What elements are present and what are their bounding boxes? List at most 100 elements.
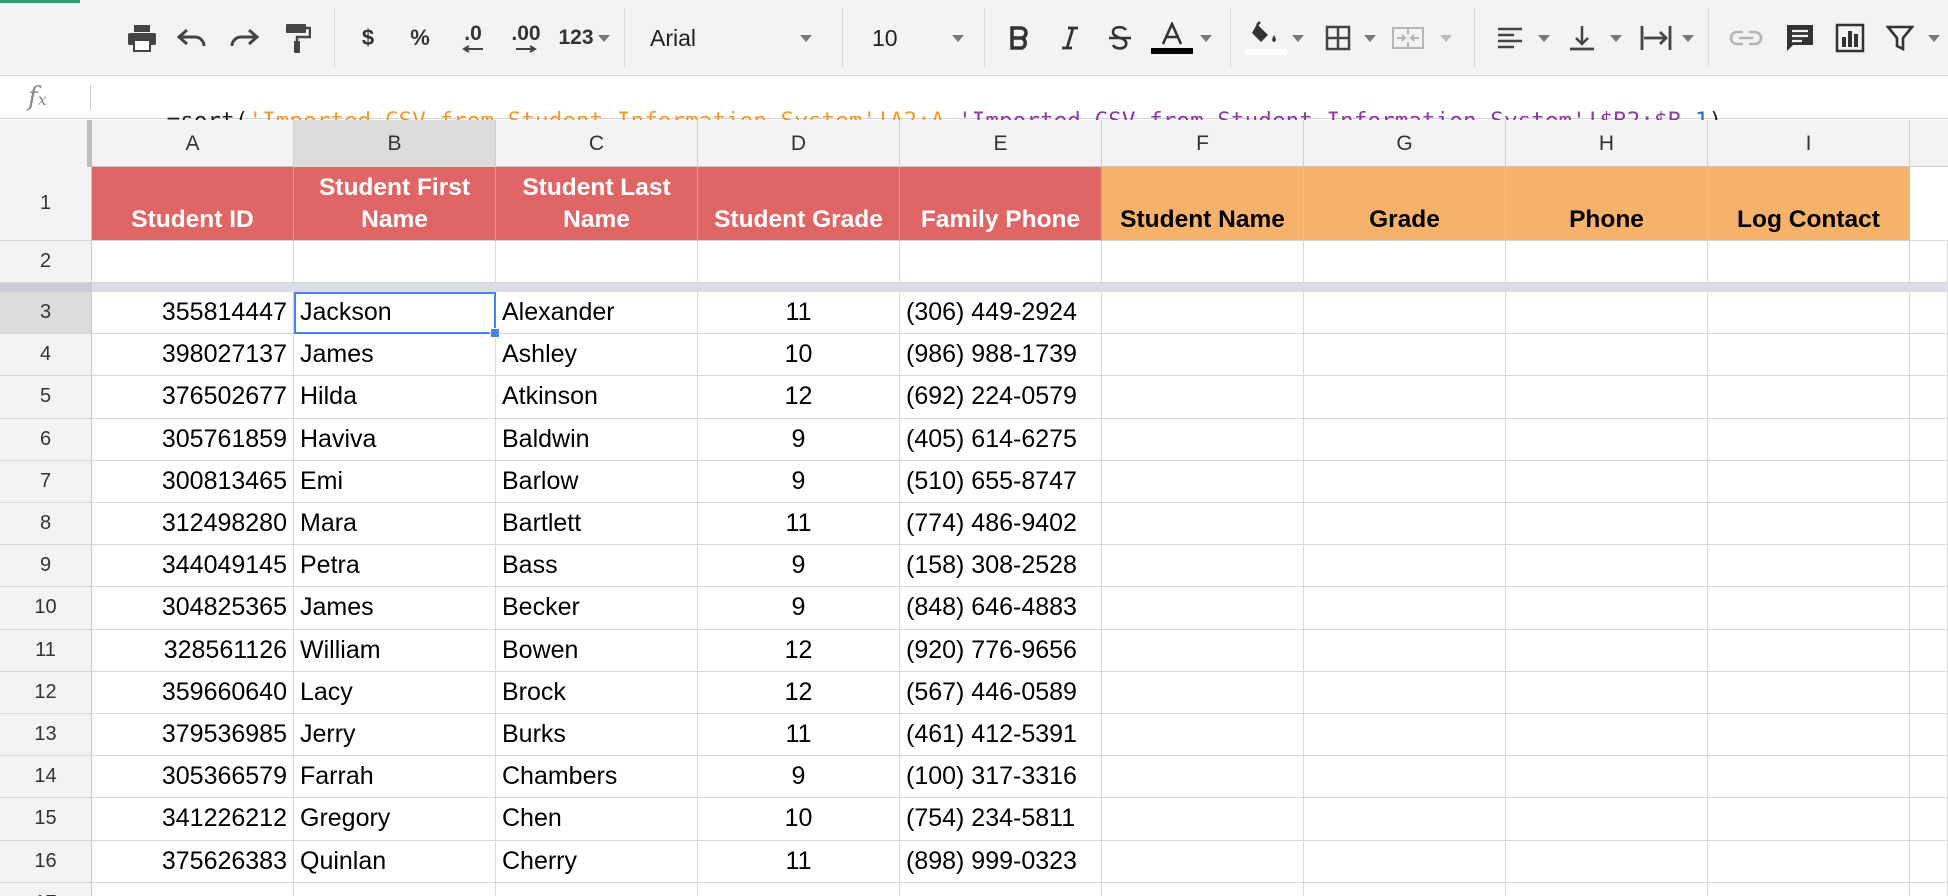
cell[interactable] — [1910, 167, 1948, 241]
cell[interactable] — [1708, 418, 1910, 461]
cell[interactable] — [1910, 756, 1948, 799]
cell-last[interactable]: Baldwin — [496, 418, 698, 461]
cell-last[interactable]: Bass — [496, 545, 698, 588]
cell[interactable] — [1304, 629, 1506, 672]
cell-last[interactable]: Bowen — [496, 629, 698, 672]
cell[interactable] — [1102, 671, 1304, 714]
cell[interactable] — [1102, 334, 1304, 377]
italic-icon[interactable] — [1052, 18, 1088, 58]
horizontal-align-icon[interactable] — [1490, 18, 1530, 58]
merge-cells-icon[interactable] — [1386, 18, 1430, 58]
cell-grade[interactable]: 11 — [698, 840, 900, 883]
cell-first[interactable] — [294, 882, 496, 896]
cell-phone[interactable]: (306) 449-2924 — [900, 292, 1102, 335]
cell[interactable] — [294, 241, 496, 283]
header-cell-grade-lookup[interactable]: Grade — [1304, 167, 1506, 241]
cell-id[interactable]: 344049145 — [92, 545, 294, 588]
column-header-f[interactable]: F — [1102, 120, 1304, 167]
cell[interactable] — [1102, 292, 1304, 335]
cell[interactable] — [1304, 798, 1506, 841]
insert-comment-icon[interactable] — [1780, 18, 1820, 58]
cell[interactable] — [1910, 241, 1948, 283]
row-header[interactable]: 16 — [0, 840, 92, 883]
row-header[interactable]: 6 — [0, 418, 92, 461]
cell-phone[interactable]: (754) 234-5811 — [900, 798, 1102, 841]
cell-first[interactable]: James — [294, 334, 496, 377]
row-header[interactable]: 11 — [0, 629, 92, 672]
cell-id[interactable]: 376502677 — [92, 376, 294, 419]
cell-id[interactable]: 305761859 — [92, 418, 294, 461]
cell-first[interactable]: Emi — [294, 460, 496, 503]
row-header[interactable]: 3 — [0, 292, 92, 335]
cell[interactable] — [1102, 503, 1304, 546]
cell-last[interactable]: Chen — [496, 798, 698, 841]
cell[interactable] — [1910, 714, 1948, 757]
cell[interactable] — [1910, 292, 1948, 335]
cell[interactable] — [1910, 840, 1948, 883]
cell-phone[interactable]: (405) 614-6275 — [900, 418, 1102, 461]
cell[interactable] — [1708, 629, 1910, 672]
cell[interactable] — [1910, 671, 1948, 714]
cell[interactable] — [1910, 798, 1948, 841]
cell-phone[interactable] — [900, 882, 1102, 896]
borders-icon[interactable] — [1318, 18, 1358, 58]
cell[interactable] — [496, 241, 698, 283]
cell[interactable] — [1708, 671, 1910, 714]
cell-id[interactable]: 341226212 — [92, 798, 294, 841]
cell-first[interactable]: Lacy — [294, 671, 496, 714]
cell[interactable] — [1304, 418, 1506, 461]
cell[interactable] — [1910, 587, 1948, 630]
cell[interactable] — [1910, 503, 1948, 546]
cell-phone[interactable]: (692) 224-0579 — [900, 376, 1102, 419]
freeze-divider[interactable] — [92, 283, 1948, 292]
cell[interactable] — [1506, 292, 1708, 335]
cell-grade[interactable]: 10 — [698, 334, 900, 377]
cell[interactable] — [1910, 334, 1948, 377]
cell[interactable] — [1708, 241, 1910, 283]
filter-icon[interactable] — [1880, 18, 1920, 58]
column-header-i[interactable]: I — [1708, 120, 1910, 167]
row-header[interactable]: 7 — [0, 460, 92, 503]
cell-id[interactable]: 300813465 — [92, 460, 294, 503]
cell[interactable] — [1506, 756, 1708, 799]
cell-last[interactable]: Cherry — [496, 840, 698, 883]
cell-last[interactable] — [496, 882, 698, 896]
row-header[interactable]: 10 — [0, 587, 92, 630]
cell[interactable] — [1102, 798, 1304, 841]
select-all-corner[interactable] — [0, 120, 92, 167]
cell[interactable] — [1506, 840, 1708, 883]
increase-decimal-button[interactable]: .00 — [502, 18, 550, 58]
cell[interactable] — [698, 241, 900, 283]
cell-grade[interactable]: 12 — [698, 629, 900, 672]
cell[interactable] — [1506, 241, 1708, 283]
cell[interactable] — [1304, 503, 1506, 546]
cell-id[interactable]: 379536985 — [92, 714, 294, 757]
row-header-1[interactable]: 1 — [0, 167, 92, 241]
header-cell-student-id[interactable]: Student ID — [92, 167, 294, 241]
cell-last[interactable]: Becker — [496, 587, 698, 630]
more-formats-button[interactable]: 123 — [552, 18, 600, 58]
row-header[interactable]: 8 — [0, 503, 92, 546]
cell[interactable] — [1506, 460, 1708, 503]
cell-phone[interactable]: (510) 655-8747 — [900, 460, 1102, 503]
cell[interactable] — [1506, 376, 1708, 419]
cell[interactable] — [1304, 241, 1506, 283]
cell[interactable] — [92, 241, 294, 283]
currency-format-button[interactable]: $ — [350, 18, 386, 58]
column-header-c[interactable]: C — [496, 120, 698, 167]
cell-id[interactable]: 359660640 — [92, 671, 294, 714]
cell-grade[interactable]: 9 — [698, 545, 900, 588]
cell[interactable] — [1708, 545, 1910, 588]
row-header[interactable]: 14 — [0, 756, 92, 799]
cell-id[interactable]: 398027137 — [92, 334, 294, 377]
row-header[interactable]: 12 — [0, 671, 92, 714]
cell-last[interactable]: Burks — [496, 714, 698, 757]
row-header[interactable]: 5 — [0, 376, 92, 419]
cell-first[interactable]: Mara — [294, 503, 496, 546]
cell[interactable] — [1708, 798, 1910, 841]
cell-first[interactable]: Hilda — [294, 376, 496, 419]
header-cell-family-phone[interactable]: Family Phone — [900, 167, 1102, 241]
freeze-divider[interactable] — [0, 283, 92, 292]
cell[interactable] — [1102, 460, 1304, 503]
font-family-select[interactable]: Arial — [650, 18, 820, 58]
